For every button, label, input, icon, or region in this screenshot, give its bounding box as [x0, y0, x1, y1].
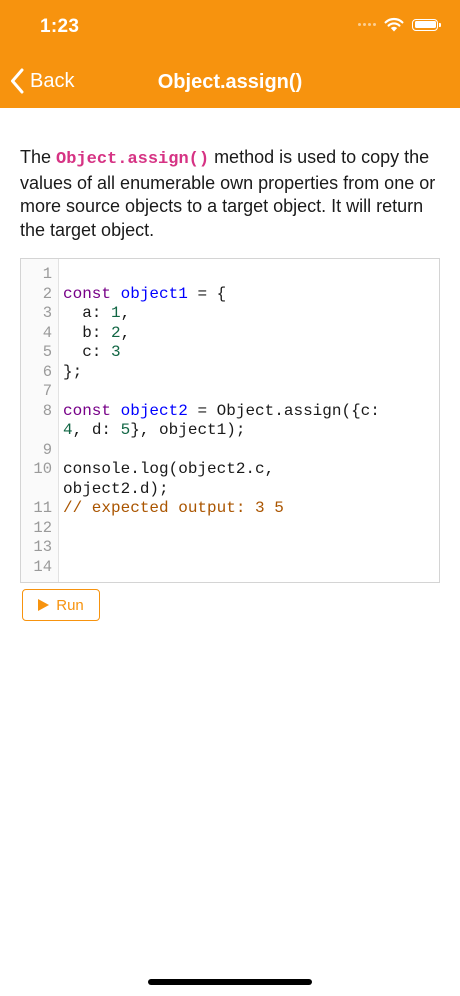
status-icons	[358, 17, 441, 32]
line-number: 5	[42, 343, 52, 361]
code-token: };	[63, 362, 83, 381]
code-line: 11 // expected output: 3 5	[21, 499, 439, 519]
code-text: const object2 = Object.assign({c:	[63, 402, 380, 422]
code-text: c: 3	[63, 343, 121, 363]
run-button[interactable]: Run	[22, 589, 100, 621]
line-number: 4	[42, 323, 52, 342]
code-token: ,	[120, 304, 131, 322]
code-token: = {	[187, 284, 227, 303]
code-line: 9	[21, 440, 439, 461]
play-icon	[38, 599, 50, 611]
home-indicator	[148, 979, 312, 985]
code-text: 4, d: 5}, object1);	[63, 421, 245, 441]
code-token: const	[63, 284, 112, 303]
status-time: 1:23	[40, 16, 80, 37]
code-line: 14	[21, 557, 439, 578]
line-number: 10	[33, 460, 52, 478]
line-number: 1	[42, 265, 52, 283]
inline-code: Object.assign()	[56, 150, 210, 169]
code-token: 5	[120, 421, 131, 439]
code-line: object2.d);	[21, 480, 439, 500]
line-number: 7	[42, 382, 52, 400]
code-line: 2 const object1 = {	[21, 284, 439, 305]
code-line: 6};	[21, 362, 439, 383]
wifi-icon	[384, 17, 404, 32]
line-number: 6	[42, 362, 52, 381]
code-text: const object1 = {	[63, 285, 226, 305]
code-token: console.log(object2.c,	[63, 460, 275, 478]
line-number: 8	[42, 401, 52, 420]
code-token: ,	[120, 323, 131, 342]
line-number: 3	[42, 304, 52, 322]
page-title: Object.assign()	[157, 71, 303, 93]
line-number: 13	[33, 538, 52, 556]
code-text: };	[63, 363, 82, 383]
code-token: }, object1);	[130, 421, 246, 439]
method-description: The Object.assign() method is used to co…	[20, 146, 440, 242]
code-token: b:	[63, 323, 112, 342]
header-bar: 1:23 Back Object.assign()	[0, 0, 460, 108]
code-token: 2	[111, 323, 121, 342]
battery-icon	[412, 18, 441, 31]
line-number: 14	[33, 557, 52, 576]
line-number: 12	[33, 518, 52, 537]
code-token: const	[63, 401, 112, 420]
code-line: 4, d: 5}, object1);	[21, 421, 439, 441]
code-line: 4 b: 2,	[21, 323, 439, 344]
code-text: a: 1,	[63, 304, 130, 324]
signal-dots-icon	[358, 23, 376, 26]
app-screen: 1:23 Back Object.assign() The Object.ass…	[0, 0, 460, 996]
code-line: 8 const object2 = Object.assign({c:	[21, 401, 439, 422]
code-token: = Object.assign({c:	[187, 401, 380, 420]
code-token: a:	[63, 304, 112, 322]
code-line: 1	[21, 265, 439, 285]
code-editor[interactable]: 1 2 const object1 = {3 a: 1, 4 b: 2, 5 c: 36…	[20, 258, 440, 583]
code-token: , d:	[72, 421, 121, 439]
code-line: 7	[21, 382, 439, 402]
run-label: Run	[56, 596, 84, 614]
code-token: 1	[111, 304, 121, 322]
code-line: 5 c: 3	[21, 343, 439, 363]
code-text: // expected output: 3 5	[63, 499, 284, 519]
code-token: c:	[63, 343, 112, 361]
code-token: object2	[120, 401, 188, 420]
code-line: 10 console.log(object2.c,	[21, 460, 439, 480]
code-token: object2.d);	[63, 479, 169, 498]
code-token: 3	[111, 343, 121, 361]
code-text: object2.d);	[63, 480, 169, 500]
code-text: b: 2,	[63, 324, 130, 344]
line-number: 2	[42, 284, 52, 303]
description-prefix: The	[20, 147, 57, 167]
code-token: // expected output: 3 5	[63, 499, 284, 517]
code-line: 12	[21, 518, 439, 539]
code-line: 13	[21, 538, 439, 558]
code-token: object1	[120, 284, 188, 303]
line-number: 9	[42, 440, 52, 459]
line-number: 11	[33, 499, 52, 517]
code-token: 4	[63, 421, 73, 439]
code-text: console.log(object2.c,	[63, 460, 274, 480]
code-line: 3 a: 1,	[21, 304, 439, 324]
